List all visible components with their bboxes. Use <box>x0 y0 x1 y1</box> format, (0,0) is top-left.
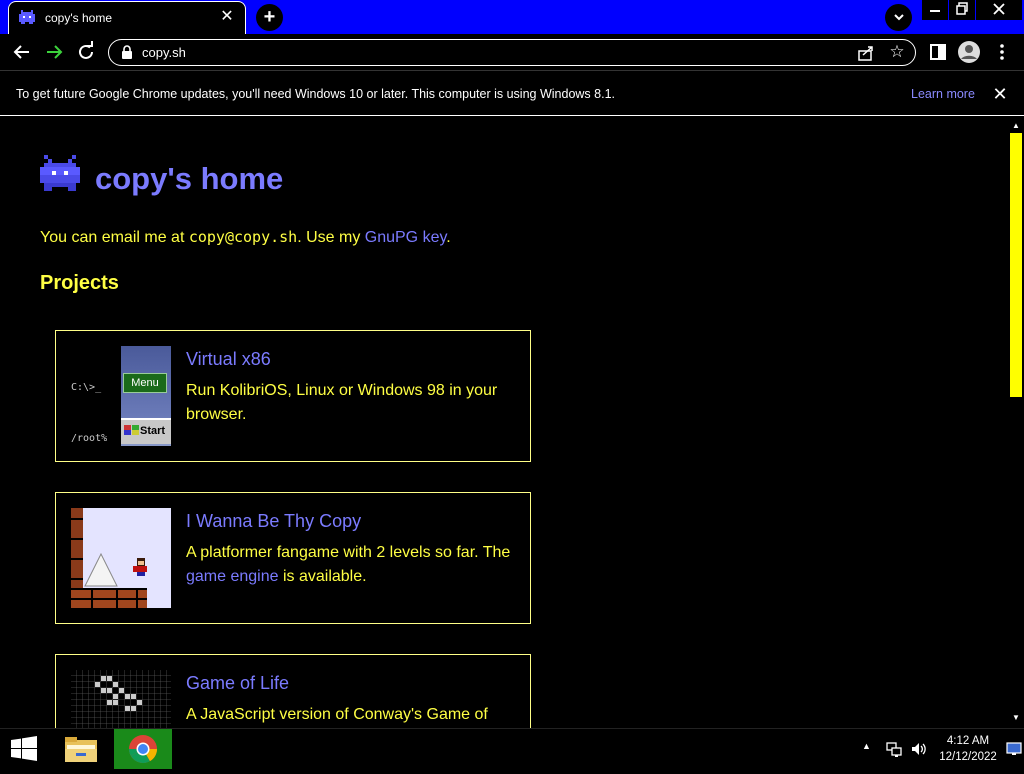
project-card-i-wanna-be-thy-copy[interactable]: I Wanna Be Thy Copy A platformer fangame… <box>55 492 531 624</box>
game-engine-link[interactable]: game engine <box>186 568 279 585</box>
email-address: copy@copy.sh <box>188 228 298 246</box>
page-scrollbar[interactable]: ▲ ▼ <box>1008 117 1024 728</box>
chrome-taskbar-button[interactable] <box>114 729 172 769</box>
scroll-down-arrow-icon[interactable]: ▼ <box>1008 713 1024 723</box>
reload-button[interactable] <box>73 39 99 65</box>
back-button[interactable] <box>9 39 35 65</box>
show-hidden-icons-icon[interactable]: ▲ <box>862 741 871 751</box>
learn-more-link[interactable]: Learn more <box>911 87 975 101</box>
project-description: A JavaScript version of Conway's Game of <box>186 706 488 723</box>
start-button[interactable] <box>0 729 48 769</box>
scroll-up-arrow-icon[interactable]: ▲ <box>1008 121 1024 131</box>
volume-icon[interactable] <box>910 740 928 758</box>
reload-icon <box>79 41 93 59</box>
side-panel-button[interactable] <box>926 40 950 64</box>
email-prefix: You can email me at <box>40 229 189 246</box>
chrome-icon <box>129 735 157 763</box>
close-icon <box>993 3 1005 15</box>
projects-heading: Projects <box>40 272 119 294</box>
contact-line: You can email me at copy@copy.sh. Use my… <box>40 228 451 247</box>
project-description: Run KolibriOS, Linux or Windows 98 in yo… <box>186 382 498 423</box>
minimize-button[interactable] <box>922 0 948 20</box>
arrow-right-icon <box>47 45 63 59</box>
project-card-virtual-x86[interactable]: C:\>_ /root% Menu Start Virtual x86 Run … <box>55 330 531 462</box>
thumb-dos-prompt: C:\>_ <box>71 382 102 393</box>
space-invader-favicon-icon <box>19 10 35 24</box>
tab-search-button[interactable] <box>885 4 912 31</box>
scrollbar-thumb[interactable] <box>1010 133 1022 397</box>
browser-title-bar: copy's home ✕ + <box>0 0 1024 34</box>
network-icon[interactable] <box>885 740 903 758</box>
virtual-x86-thumbnail[interactable]: C:\>_ /root% Menu Start <box>71 346 171 446</box>
chevron-down-icon <box>893 14 904 21</box>
kebab-menu-icon <box>1000 44 1004 60</box>
profile-button[interactable] <box>957 40 981 64</box>
windows-flag-icon <box>124 425 139 435</box>
share-icon[interactable] <box>857 44 875 62</box>
i-wanna-be-thy-copy-thumbnail[interactable] <box>71 508 171 608</box>
windows-logo-icon <box>11 736 37 761</box>
project-title[interactable]: I Wanna Be Thy Copy <box>186 511 361 532</box>
file-explorer-taskbar-button[interactable] <box>58 731 104 767</box>
close-window-button[interactable] <box>976 0 1022 20</box>
email-suffix: . <box>446 229 451 246</box>
avatar-icon <box>958 41 980 63</box>
tab-title: copy's home <box>45 11 112 25</box>
menu-button[interactable] <box>990 40 1014 64</box>
platformer-scene-icon <box>71 508 147 608</box>
page-viewport: copy's home You can email me at copy@cop… <box>0 117 1008 728</box>
project-description: A platformer fangame with 2 levels so fa… <box>186 541 516 589</box>
description-suffix: is available. <box>278 568 367 585</box>
restore-icon <box>956 2 968 15</box>
forward-button[interactable] <box>41 39 67 65</box>
notification-icon[interactable] <box>1006 742 1022 756</box>
email-middle: . Use my <box>297 229 365 246</box>
browser-tab[interactable]: copy's home ✕ <box>8 1 246 34</box>
arrow-left-icon <box>13 45 29 59</box>
project-title[interactable]: Game of Life <box>186 673 289 694</box>
restore-button[interactable] <box>949 0 975 20</box>
windows-taskbar: ▲ 4:12 AM 12/12/2022 <box>0 728 1024 769</box>
infobar-message: To get future Google Chrome updates, you… <box>16 87 615 101</box>
project-title[interactable]: Virtual x86 <box>186 349 271 370</box>
infobar-close-icon[interactable]: ✕ <box>990 84 1010 104</box>
system-clock[interactable]: 4:12 AM 12/12/2022 <box>934 733 1002 765</box>
lock-icon[interactable] <box>121 45 133 59</box>
folder-icon <box>65 737 97 762</box>
bookmark-star-icon[interactable]: ☆ <box>888 43 906 61</box>
update-infobar: To get future Google Chrome updates, you… <box>0 72 1024 116</box>
description-prefix: A platformer fangame with 2 levels so fa… <box>186 544 511 561</box>
clock-time: 4:12 AM <box>946 735 990 747</box>
clock-date: 12/12/2022 <box>939 751 997 763</box>
thumb-menu-button: Menu <box>123 373 167 393</box>
life-grid-icon <box>71 670 171 728</box>
side-panel-icon <box>930 44 946 60</box>
gnupg-key-link[interactable]: GnuPG key <box>365 229 447 246</box>
project-card-game-of-life[interactable]: Game of Life A JavaScript version of Con… <box>55 654 531 728</box>
new-tab-button[interactable]: + <box>256 4 283 31</box>
tab-close-icon[interactable]: ✕ <box>217 7 237 27</box>
thumb-unix-prompt: /root% <box>71 433 108 444</box>
minimize-icon <box>930 10 940 12</box>
url-text[interactable]: copy.sh <box>142 45 186 60</box>
page-title: copy's home <box>95 161 284 196</box>
address-bar[interactable]: copy.sh ☆ <box>108 39 916 66</box>
space-invader-logo-icon <box>40 155 80 191</box>
game-of-life-thumbnail[interactable] <box>71 670 171 728</box>
